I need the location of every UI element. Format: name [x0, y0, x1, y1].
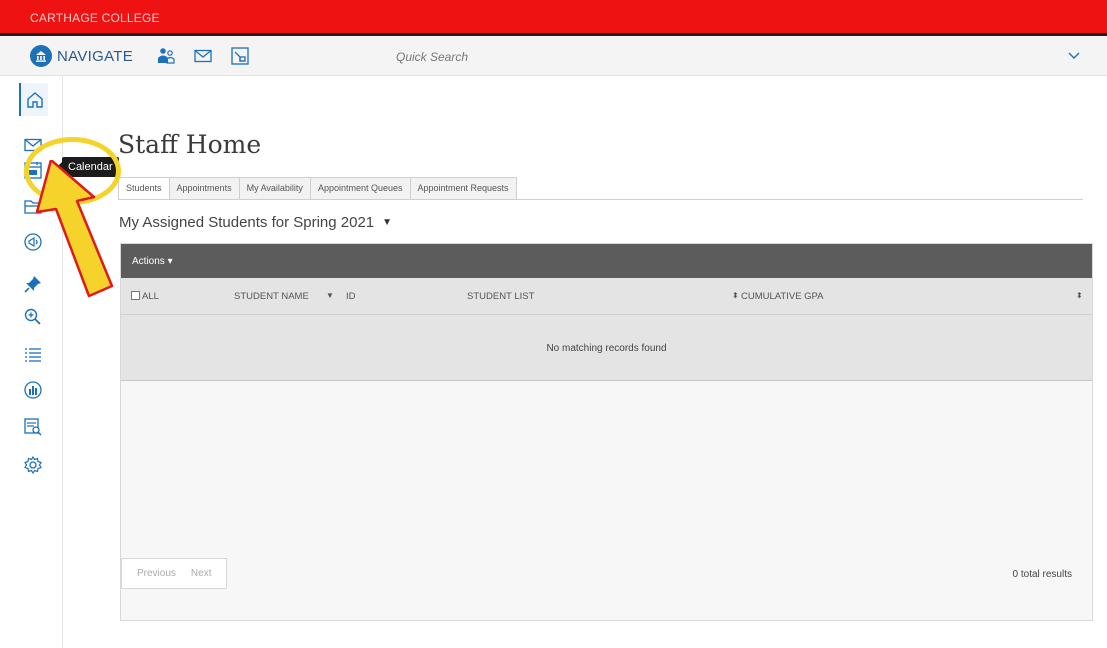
tab-appointment-requests[interactable]: Appointment Requests — [410, 177, 517, 200]
mail-icon[interactable] — [193, 46, 213, 66]
actions-bar: Actions ▾ — [121, 244, 1092, 278]
pagination: Previous Next — [121, 558, 228, 589]
empty-state-row: No matching records found — [121, 315, 1092, 381]
column-id[interactable]: ID — [346, 291, 356, 302]
actions-label: Actions — [132, 256, 165, 267]
list-icon[interactable] — [20, 342, 46, 368]
column-student-list[interactable]: STUDENT LIST — [467, 291, 534, 302]
sort-icon[interactable]: ⬍ — [732, 291, 739, 300]
section-title: My Assigned Students for Spring 2021 — [119, 214, 375, 231]
select-all-checkbox[interactable]: ALL — [131, 291, 159, 302]
college-banner: CARTHAGE COLLEGE — [0, 0, 1107, 33]
tab-divider — [118, 199, 1083, 200]
next-button[interactable]: Next — [191, 568, 227, 579]
actions-button[interactable]: Actions ▾ — [132, 256, 173, 267]
tab-my-availability[interactable]: My Availability — [239, 177, 311, 200]
page-title: Staff Home — [118, 130, 262, 159]
checkbox-icon — [131, 291, 140, 300]
sort-down-icon[interactable]: ▼ — [326, 291, 334, 300]
caret-down-icon: ▾ — [167, 256, 173, 267]
navigate-logo-icon — [30, 45, 52, 67]
sort-icon[interactable]: ⬍ — [1076, 291, 1083, 300]
column-cumulative-gpa[interactable]: CUMULATIVE GPA — [741, 291, 824, 302]
term-selector[interactable]: My Assigned Students for Spring 2021 ▼ — [119, 214, 392, 231]
home-icon[interactable] — [19, 83, 48, 116]
caret-down-icon: ▼ — [382, 217, 393, 228]
previous-button[interactable]: Previous — [122, 568, 191, 579]
app-name: NAVIGATE — [57, 47, 134, 65]
app-header: NAVIGATE — [0, 36, 1107, 76]
tab-appointment-queues[interactable]: Appointment Queues — [310, 177, 411, 200]
table-header: ALL STUDENT NAME ▼ ID STUDENT LIST ⬍ CUM… — [121, 278, 1092, 315]
college-name: CARTHAGE COLLEGE — [30, 11, 160, 25]
zoom-icon[interactable] — [20, 304, 46, 330]
students-table: Actions ▾ ALL STUDENT NAME ▼ ID STUDENT … — [120, 243, 1093, 621]
column-all: ALL — [142, 291, 159, 302]
report-search-icon[interactable] — [20, 414, 46, 440]
column-student-name[interactable]: STUDENT NAME — [234, 291, 309, 302]
analytics-icon[interactable] — [20, 377, 46, 403]
students-icon[interactable] — [156, 46, 176, 66]
tab-bar: Students Appointments My Availability Ap… — [118, 177, 517, 200]
tab-students[interactable]: Students — [118, 177, 170, 200]
empty-message: No matching records found — [546, 343, 667, 354]
report-icon[interactable] — [230, 46, 250, 66]
annotation-arrow — [35, 160, 114, 298]
chevron-down-icon[interactable] — [1064, 46, 1084, 66]
app-logo[interactable]: NAVIGATE — [30, 45, 133, 67]
quick-search-input[interactable] — [388, 46, 1048, 68]
tab-appointments[interactable]: Appointments — [169, 177, 240, 200]
settings-icon[interactable] — [20, 452, 46, 478]
total-results: 0 total results — [1012, 569, 1072, 580]
